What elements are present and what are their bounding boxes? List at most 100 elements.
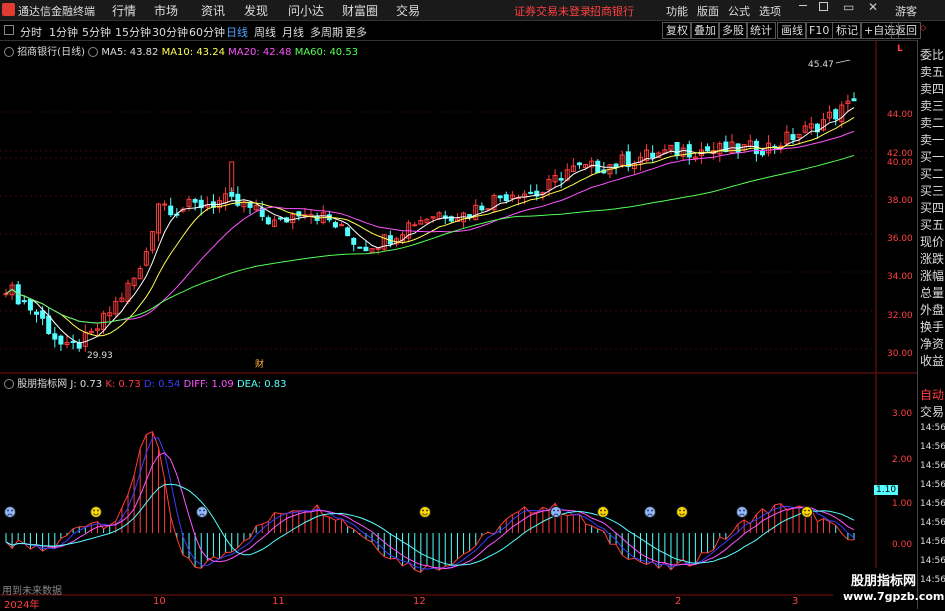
toolbar-restore-rights[interactable]: 复权 xyxy=(662,22,692,39)
ma60-line xyxy=(5,155,855,324)
indicator-axis-label: 1.00 xyxy=(892,499,913,509)
indicator-current-badge: 1.10 xyxy=(874,485,899,495)
sad-face-icon xyxy=(736,506,748,518)
menu-options[interactable]: 选项 xyxy=(759,3,781,19)
period-multi[interactable]: 多周期 xyxy=(310,24,343,40)
login-notice[interactable]: 证券交易未登录 xyxy=(514,3,591,19)
menu-trade[interactable]: 交易 xyxy=(396,2,420,19)
candle-body xyxy=(229,191,235,197)
x-axis-label: 11 xyxy=(272,596,285,607)
close-icon[interactable]: ✕ xyxy=(868,0,878,14)
price-axis-label: 36.00 xyxy=(887,234,913,244)
menu-layout[interactable]: 版面 xyxy=(697,3,719,19)
candle-body xyxy=(851,98,857,102)
panel-top-icon[interactable]: ◇ xyxy=(920,23,926,32)
candle-body xyxy=(357,246,363,249)
toolbar-overlay[interactable]: 叠加 xyxy=(690,22,720,39)
candle-body xyxy=(339,224,345,227)
diff-value: DIFF: 1.09 xyxy=(183,379,234,390)
tick-time: 14:56 xyxy=(920,480,945,490)
menu-discover[interactable]: 发现 xyxy=(244,2,268,19)
sad-face-icon xyxy=(196,506,208,518)
x-axis-label: 3 xyxy=(792,596,799,607)
period-30min[interactable]: 30分钟 xyxy=(152,24,188,40)
dea-line xyxy=(5,483,855,566)
x-axis-label: 2 xyxy=(675,596,682,607)
menu-news[interactable]: 资讯 xyxy=(201,2,225,19)
quote-field-label: 买一 xyxy=(920,150,945,164)
sad-face-icon xyxy=(550,506,562,518)
menu-market[interactable]: 行情 xyxy=(112,2,136,19)
settings-icon[interactable] xyxy=(4,379,14,389)
candlestick-series xyxy=(3,92,857,352)
user-label[interactable]: 游客 xyxy=(895,3,917,19)
x-axis-label: 10 xyxy=(153,596,166,607)
menu-formula[interactable]: 公式 xyxy=(728,3,750,19)
price-axis-label: 30.00 xyxy=(887,349,913,359)
auto-toggle[interactable]: 自动 xyxy=(920,386,944,403)
menu-function[interactable]: 功能 xyxy=(666,3,688,19)
candle-body xyxy=(21,300,27,303)
menu-wealth[interactable]: 财富圈 xyxy=(342,2,378,19)
quote-field-label: 卖一 xyxy=(920,133,945,147)
period-monthly[interactable]: 月线 xyxy=(282,24,304,40)
toolbar-multi-stock[interactable]: 多股 xyxy=(718,22,748,39)
financial-report-mark[interactable]: 财 xyxy=(255,357,264,370)
toolbar-draw[interactable]: 画线 xyxy=(777,22,807,39)
tick-time: 14:56 xyxy=(920,518,945,528)
candle-body xyxy=(412,224,418,227)
ma20-value: MA20: 42.48 xyxy=(228,47,292,58)
signal-icons xyxy=(4,59,851,518)
price-axis-label: 32.00 xyxy=(887,311,913,321)
stock-notice[interactable]: 招商银行 xyxy=(590,3,634,19)
candle-body xyxy=(576,162,582,166)
tick-time: 14:56 xyxy=(920,556,945,566)
toolbar-back[interactable]: 返回 xyxy=(891,22,921,39)
trade-toggle[interactable]: 交易 xyxy=(920,403,944,420)
toolbar-stats[interactable]: 统计 xyxy=(746,22,776,39)
candle-body xyxy=(558,178,564,181)
candle-body xyxy=(790,134,796,141)
candle-body xyxy=(345,227,351,237)
quote-field-label: 外盘 xyxy=(920,303,945,317)
period-daily[interactable]: 日线 xyxy=(226,24,248,40)
d-line xyxy=(5,437,855,570)
period-more[interactable]: 更多 xyxy=(345,24,367,40)
menu-ask[interactable]: 问小达 xyxy=(288,2,324,19)
settings-icon[interactable] xyxy=(4,47,14,57)
app-title: 通达信金融终端 xyxy=(18,5,95,18)
minimize-icon[interactable] xyxy=(799,5,807,6)
period-5min[interactable]: 5分钟 xyxy=(82,24,111,40)
candle-body xyxy=(58,335,64,345)
settings-icon[interactable] xyxy=(88,47,99,57)
candle-body xyxy=(833,109,839,120)
period-weekly[interactable]: 周线 xyxy=(254,24,276,40)
candle-body xyxy=(168,205,174,216)
candle-body xyxy=(595,160,601,174)
sad-face-icon xyxy=(4,506,16,518)
dea-value: DEA: 0.83 xyxy=(236,379,287,390)
sad-face-icon xyxy=(644,506,656,518)
candle-body xyxy=(40,310,46,319)
tick-time: 14:56 xyxy=(920,537,945,547)
candle-body xyxy=(235,193,241,206)
period-15min[interactable]: 15分钟 xyxy=(115,24,151,40)
candle-body xyxy=(650,152,656,158)
toolbar-mark[interactable]: 标记 xyxy=(832,22,862,39)
toolbar-f10[interactable]: F10 xyxy=(805,22,834,39)
future-data-warning: 用到未来数据 xyxy=(2,586,62,597)
period-1min[interactable]: 1分钟 xyxy=(49,24,78,40)
period-60min[interactable]: 60分钟 xyxy=(189,24,225,40)
period-timeshare[interactable]: 分时 xyxy=(20,24,42,40)
menu-exchange[interactable]: 市场 xyxy=(154,2,178,19)
kline-chart[interactable] xyxy=(0,40,917,609)
ma20-line xyxy=(5,130,855,324)
ma5-value: MA5: 43.82 xyxy=(101,47,159,58)
indicator-info-line: 股朋指标网 J: 0.73 K: 0.73 D: 0.54 DIFF: 1.09… xyxy=(4,375,286,390)
restore-icon[interactable]: ▭ xyxy=(843,0,854,14)
indicator-histogram xyxy=(5,431,855,573)
app-logo-icon xyxy=(2,3,15,16)
maximize-icon[interactable] xyxy=(819,2,828,11)
collapse-icon[interactable] xyxy=(4,25,14,35)
candle-body xyxy=(351,237,357,245)
